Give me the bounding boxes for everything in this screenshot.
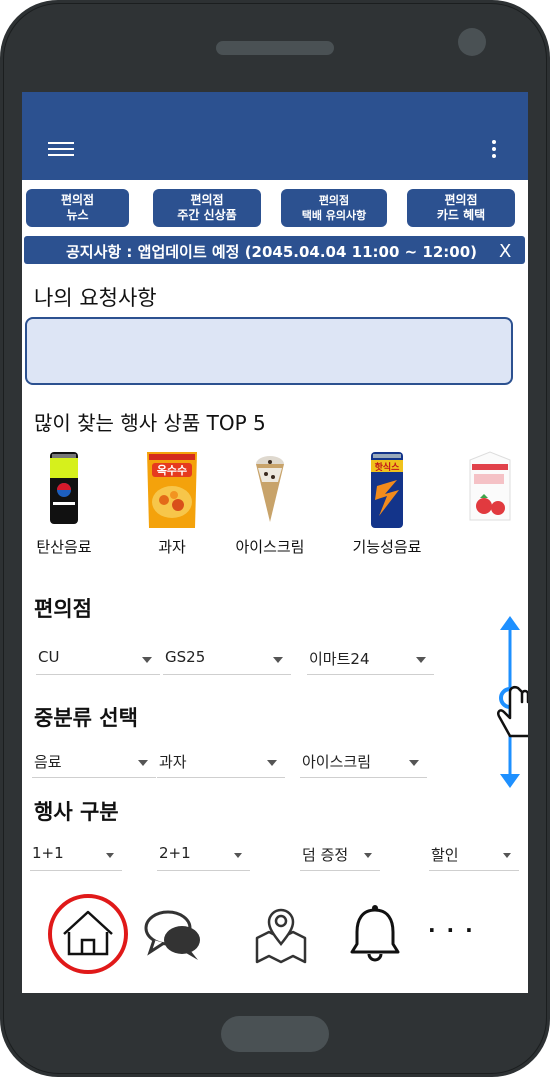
caret-down-icon xyxy=(267,760,277,766)
more-dots-icon: · · · xyxy=(428,918,475,942)
dropdown-value: CU xyxy=(38,648,60,666)
notice-close-button[interactable]: X xyxy=(499,241,511,262)
map-pin-icon xyxy=(255,908,307,964)
caret-down-icon xyxy=(106,853,114,858)
notice-text: 공지사항 : 앱업데이트 예정 (2045.04.04 11:00 ~ 12:0… xyxy=(66,243,478,261)
product-label: 아이스크림 xyxy=(235,538,305,556)
store-dropdown-gs25[interactable]: GS25 xyxy=(163,646,291,675)
tab-delivery-notice-line1: 편의점 xyxy=(318,194,350,207)
dropdown-value: 과자 xyxy=(159,753,187,771)
snack-bag-icon: 옥수수 xyxy=(144,450,200,528)
tab-card-benefit-line1: 편의점 xyxy=(444,193,478,207)
app-screen: 편의점 뉴스 편의점 주간 신상품 편의점 택배 유의사항 편의점 카드 혜택 … xyxy=(22,92,528,993)
nav-chat[interactable] xyxy=(142,892,222,972)
dropdown-value: 아이스크림 xyxy=(302,753,372,771)
phone-speaker xyxy=(216,41,334,55)
hamburger-menu-icon[interactable] xyxy=(48,142,74,158)
tab-weekly-new[interactable]: 편의점 주간 신상품 xyxy=(153,189,261,227)
dropdown-value: 2+1 xyxy=(159,844,191,862)
chat-bubbles-icon xyxy=(144,910,200,960)
caret-down-icon xyxy=(364,853,372,858)
dropdown-value: GS25 xyxy=(165,648,206,666)
nav-alarm[interactable] xyxy=(342,892,422,972)
caret-down-icon xyxy=(409,760,419,766)
phone-home-button[interactable] xyxy=(221,1016,329,1052)
event-dropdown-2plus1[interactable]: 2+1 xyxy=(157,842,250,871)
caret-down-icon xyxy=(273,657,283,663)
svg-text:핫식스: 핫식스 xyxy=(375,461,401,473)
category-dropdown-snack[interactable]: 과자 xyxy=(157,749,285,778)
tab-weekly-new-line1: 편의점 xyxy=(190,193,224,207)
nav-more[interactable]: · · · xyxy=(422,892,492,972)
top5-title: 많이 찾는 행사 상품 TOP 5 xyxy=(34,411,266,435)
product-item[interactable]: 핫식스 기능성음료 xyxy=(339,450,435,556)
tab-delivery-notice[interactable]: 편의점 택배 유의사항 xyxy=(281,189,387,227)
product-label: 과자 xyxy=(158,538,186,556)
dropdown-value: 덤 증정 xyxy=(302,846,349,864)
category-title: 중분류 선택 xyxy=(34,706,138,730)
tab-news-line2: 뉴스 xyxy=(66,208,89,222)
product-label: 탄산음료 xyxy=(36,538,92,556)
dropdown-value: 1+1 xyxy=(32,844,64,862)
app-bar xyxy=(22,92,528,180)
nav-home[interactable] xyxy=(47,892,128,974)
event-dropdown-1plus1[interactable]: 1+1 xyxy=(30,842,122,871)
home-icon xyxy=(48,894,128,974)
dropdown-value: 이마트24 xyxy=(309,650,370,668)
store-dropdown-cu[interactable]: CU xyxy=(36,646,160,675)
event-title: 행사 구분 xyxy=(34,800,119,824)
more-vert-icon[interactable] xyxy=(490,140,498,160)
category-dropdown-drink[interactable]: 음료 xyxy=(32,749,156,778)
phone-camera xyxy=(458,28,486,56)
milk-carton-icon xyxy=(460,450,516,526)
tab-delivery-notice-line2: 택배 유의사항 xyxy=(301,209,367,222)
tab-weekly-new-line2: 주간 신상품 xyxy=(177,208,237,222)
cola-can-icon xyxy=(36,450,92,526)
tab-news[interactable]: 편의점 뉴스 xyxy=(26,189,129,227)
product-item[interactable] xyxy=(440,450,528,526)
product-item[interactable]: 옥수수 과자 xyxy=(124,450,220,556)
caret-down-icon xyxy=(234,853,242,858)
store-title: 편의점 xyxy=(34,597,92,621)
store-dropdown-emart24[interactable]: 이마트24 xyxy=(307,646,434,675)
phone-frame: 편의점 뉴스 편의점 주간 신상품 편의점 택배 유의사항 편의점 카드 혜택 … xyxy=(0,0,550,1077)
dropdown-value: 할인 xyxy=(431,846,459,864)
request-title: 나의 요청사항 xyxy=(34,286,157,310)
caret-down-icon xyxy=(416,657,426,663)
tab-card-benefit[interactable]: 편의점 카드 혜택 xyxy=(407,189,515,227)
tab-news-line1: 편의점 xyxy=(60,193,95,207)
product-item[interactable]: 아이스크림 xyxy=(222,450,318,556)
caret-down-icon xyxy=(142,657,152,663)
energy-drink-can-icon: 핫식스 xyxy=(359,450,415,528)
product-label: 기능성음료 xyxy=(352,538,422,556)
event-dropdown-discount[interactable]: 할인 xyxy=(429,842,519,871)
dropdown-value: 음료 xyxy=(34,753,62,771)
ice-cream-cone-icon xyxy=(242,450,298,526)
scroll-gesture-icon xyxy=(497,616,528,788)
event-dropdown-bonus[interactable]: 덤 증정 xyxy=(300,842,380,871)
caret-down-icon xyxy=(503,853,511,858)
category-dropdown-icecream[interactable]: 아이스크림 xyxy=(300,749,427,778)
bell-icon xyxy=(350,905,400,962)
nav-map[interactable] xyxy=(251,892,331,972)
product-item[interactable]: 탄산음료 xyxy=(22,450,112,556)
request-input[interactable] xyxy=(25,317,513,385)
notice-banner: 공지사항 : 앱업데이트 예정 (2045.04.04 11:00 ~ 12:0… xyxy=(24,236,525,264)
tab-card-benefit-line2: 카드 혜택 xyxy=(436,208,486,222)
caret-down-icon xyxy=(138,760,148,766)
svg-text:옥수수: 옥수수 xyxy=(157,464,187,477)
